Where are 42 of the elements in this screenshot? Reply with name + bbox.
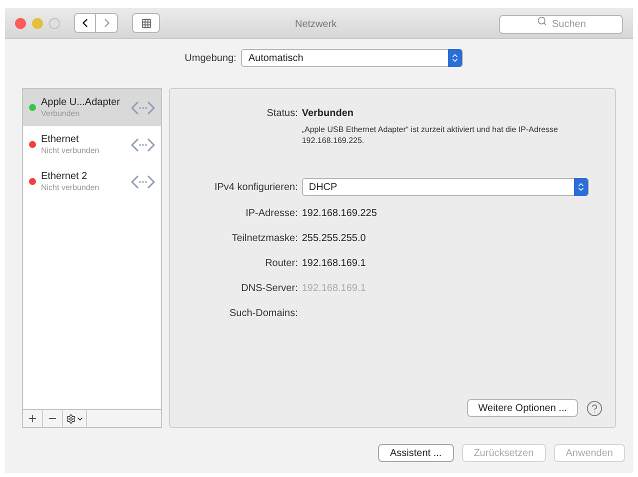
- service-name: Ethernet: [41, 134, 80, 144]
- service-item[interactable]: Ethernet Nicht verbunden: [23, 126, 161, 163]
- detail-label: Such-Domains:: [228, 307, 298, 321]
- service-item[interactable]: Ethernet 2 Nicht verbunden: [23, 163, 161, 200]
- detail-value: 192.168.169.225: [302, 207, 377, 221]
- location-label: Umgebung:: [184, 52, 236, 66]
- network-arrows-icon: [130, 136, 155, 152]
- network-arrows-icon: [130, 100, 155, 116]
- detail-label: Router:: [264, 257, 298, 271]
- help-icon[interactable]: [586, 400, 603, 416]
- gear-icon: [66, 414, 76, 424]
- plus-icon: [27, 413, 38, 424]
- search-field[interactable]: Suchen: [499, 15, 623, 34]
- location-dropdown[interactable]: Automatisch: [241, 49, 464, 67]
- search-icon: [537, 16, 547, 26]
- detail-label: Teilnetzmaske:: [230, 232, 298, 246]
- detail-label: DNS-Server:: [240, 282, 298, 296]
- service-name: Apple U...Adapter: [41, 96, 121, 108]
- detail-value: 255.255.255.0: [302, 232, 366, 246]
- stepper-icon: [574, 178, 588, 196]
- show-all-button[interactable]: [132, 13, 160, 33]
- detail-label: IP-Adresse:: [244, 207, 298, 221]
- ipv4-dropdown[interactable]: DHCP: [302, 178, 589, 196]
- status-description: „Apple USB Ethernet Adapter“ ist zurzeit aktiviert und hat die IP-Adresse 192.168.169.225.: [302, 124, 559, 146]
- service-item[interactable]: Apple U...Adapter Verbunden: [23, 89, 161, 126]
- detail-value: 192.168.169.1: [302, 257, 366, 271]
- stepper-icon: [448, 49, 462, 67]
- detail-value: 192.168.169.1: [302, 282, 366, 296]
- footer-button[interactable]: Assistent ...: [378, 444, 454, 462]
- service-status: Verbunden: [41, 108, 81, 118]
- ipv4-label: IPv4 konfigurieren:: [213, 180, 298, 194]
- back-button[interactable]: [74, 13, 96, 33]
- network-arrows-icon: [130, 174, 155, 190]
- service-status: Nicht verbunden: [41, 144, 100, 156]
- window-title: Netzwerk: [295, 18, 337, 32]
- service-name: Ethernet 2: [41, 170, 88, 182]
- status-label: Status:: [266, 107, 298, 121]
- grid-icon: [140, 18, 152, 28]
- advanced-options-button[interactable]: Weitere Optionen ...: [467, 399, 578, 417]
- status-value: Verbunden: [302, 107, 355, 121]
- service-status: Nicht verbunden: [41, 182, 100, 192]
- close-icon[interactable]: [15, 18, 26, 28]
